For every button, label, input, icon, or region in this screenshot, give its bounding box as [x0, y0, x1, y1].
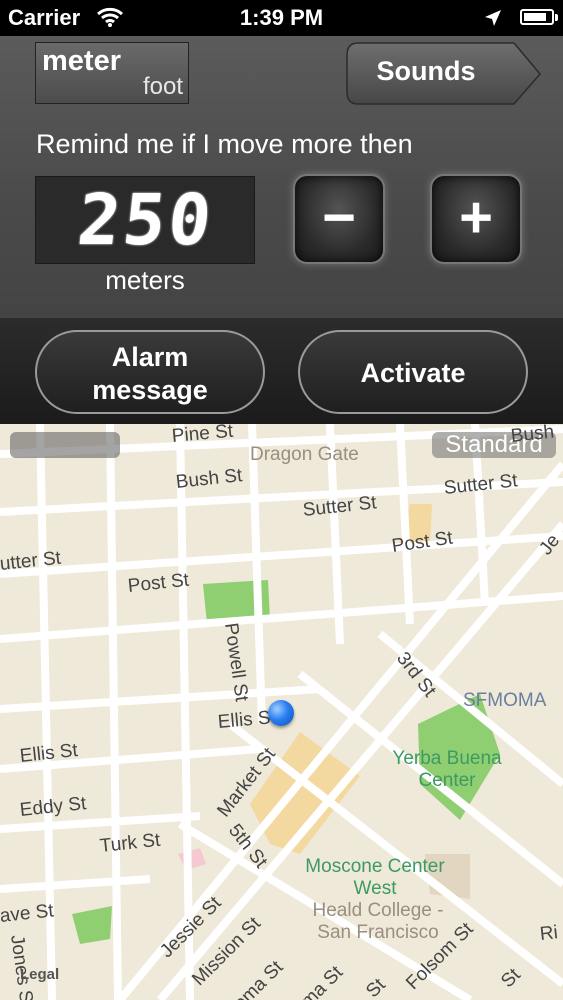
unit-secondary-label: foot — [142, 73, 183, 100]
park-small — [72, 906, 112, 944]
poi-label: SFMOMA — [463, 690, 547, 711]
distance-display: 250 — [35, 176, 255, 264]
minus-icon: − — [322, 185, 356, 250]
map-control-left[interactable] — [10, 432, 120, 458]
alarm-message-button[interactable]: Alarm message — [35, 330, 265, 414]
activate-label: Activate — [360, 358, 466, 388]
unit-toggle[interactable]: meter foot — [35, 42, 189, 104]
remind-text: Remind me if I move more then — [36, 129, 413, 159]
sounds-label: Sounds — [376, 56, 476, 86]
alarm-label-line2: message — [92, 375, 208, 405]
control-panel: meter foot Sounds Remind me if I move mo… — [0, 36, 563, 318]
poi-label: Yerba Buena Center — [392, 748, 502, 791]
status-bar: Carrier 1:39 PM — [0, 0, 563, 36]
distance-unit: meters — [105, 265, 185, 295]
street-label: Ri — [538, 922, 559, 945]
legal-link[interactable]: Legal — [20, 966, 59, 983]
clock: 1:39 PM — [239, 5, 324, 30]
plus-icon: + — [459, 185, 493, 250]
action-bar: Alarm message Activate — [0, 318, 563, 424]
poi-label: Moscone Center West — [305, 856, 445, 899]
battery-level — [524, 13, 546, 21]
increase-button[interactable]: + — [430, 174, 522, 264]
distance-value: 250 — [73, 179, 219, 261]
sounds-button[interactable]: Sounds — [346, 42, 542, 105]
activate-button[interactable]: Activate — [298, 330, 528, 414]
alarm-label-line1: Alarm — [111, 342, 189, 372]
poi-label: Dragon Gate — [250, 444, 359, 465]
map-view[interactable]: Standard Pine St Bush St Sutter St Sutte… — [0, 424, 563, 1000]
battery-icon — [520, 9, 558, 25]
current-location-pin[interactable] — [268, 700, 294, 726]
decrease-button[interactable]: − — [293, 174, 385, 264]
building-pink — [178, 848, 206, 870]
unit-primary-label: meter — [42, 45, 121, 77]
poi-label: Heald College - San Francisco — [312, 900, 444, 943]
location-arrow-icon — [484, 7, 502, 33]
